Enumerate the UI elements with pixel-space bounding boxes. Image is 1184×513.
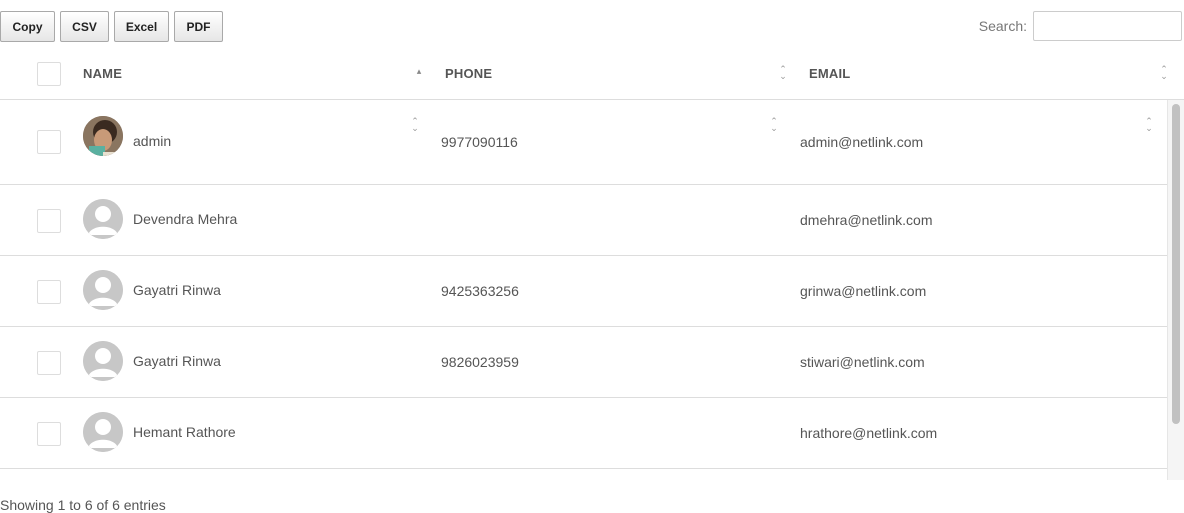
user-phone: 9826023959 [441, 354, 519, 370]
avatar [83, 341, 123, 381]
search-group: Search: [979, 11, 1182, 41]
user-email: dmehra@netlink.com [800, 212, 933, 228]
vertical-scrollbar[interactable] [1167, 100, 1184, 480]
pdf-button[interactable]: PDF [174, 11, 223, 42]
avatar [83, 412, 123, 452]
csv-button[interactable]: CSV [60, 11, 109, 42]
table-body: admin ⌃ ⌄ 9977090116 ⌃ ⌄ admin@netlink.com… [0, 100, 1167, 480]
copy-button[interactable]: Copy [0, 11, 55, 42]
user-email: grinwa@netlink.com [800, 283, 927, 299]
export-toolbar: Copy CSV Excel PDF [0, 11, 228, 42]
row-checkbox[interactable] [37, 351, 61, 375]
column-header-name[interactable]: NAME [83, 66, 122, 81]
user-photo-icon [83, 116, 123, 156]
excel-button[interactable]: Excel [114, 11, 169, 42]
table-row: admin ⌃ ⌄ 9977090116 ⌃ ⌄ admin@netlink.com… [0, 100, 1167, 185]
default-user-icon [83, 341, 123, 381]
avatar [83, 116, 123, 156]
sort-both-icon[interactable]: ⌃ ⌄ [1160, 65, 1168, 81]
sort-ascending-icon[interactable]: ▴ [415, 67, 423, 76]
row-checkbox[interactable] [37, 280, 61, 304]
scrollbar-thumb[interactable] [1172, 104, 1180, 424]
table-row: Gayatri Rinwa 9826023959 stiwari@netlink… [0, 327, 1167, 398]
table-row: Devendra Mehra dmehra@netlink.com [0, 185, 1167, 256]
search-label: Search: [978, 18, 1027, 34]
user-email: hrathore@netlink.com [800, 425, 938, 441]
user-phone: 9977090116 [441, 134, 518, 150]
user-phone: 9425363256 [441, 283, 519, 299]
user-name: Gayatri Rinwa [133, 353, 221, 369]
user-email: stiwari@netlink.com [800, 354, 925, 370]
default-user-icon [83, 412, 123, 452]
table-header: NAME ▴ PHONE ⌃ ⌄ EMAIL ⌃ ⌄ [0, 48, 1184, 100]
table-info: Showing 1 to 6 of 6 entries [0, 497, 166, 513]
sort-both-icon: ⌃ ⌄ [1145, 116, 1153, 133]
default-user-icon [83, 199, 123, 239]
column-header-email[interactable]: EMAIL [809, 66, 850, 81]
column-header-phone[interactable]: PHONE [445, 66, 492, 81]
sort-both-icon[interactable]: ⌃ ⌄ [779, 65, 787, 81]
row-checkbox[interactable] [37, 422, 61, 446]
table-row: Gayatri Rinwa 9425363256 grinwa@netlink.… [0, 256, 1167, 327]
row-checkbox[interactable] [37, 130, 61, 154]
select-all-checkbox[interactable] [37, 62, 61, 86]
avatar [83, 199, 123, 239]
default-user-icon [83, 270, 123, 310]
avatar [83, 270, 123, 310]
sort-both-icon: ⌃ ⌄ [411, 116, 419, 133]
user-email: admin@netlink.com [800, 134, 924, 150]
user-name: Hemant Rathore [133, 424, 236, 440]
table-row: Hemant Rathore hrathore@netlink.com [0, 398, 1167, 469]
sort-both-icon: ⌃ ⌄ [770, 116, 778, 133]
search-input[interactable] [1033, 11, 1182, 41]
user-name: Devendra Mehra [133, 211, 238, 227]
user-name: Gayatri Rinwa [133, 282, 221, 298]
user-name: admin [133, 133, 172, 149]
row-checkbox[interactable] [37, 209, 61, 233]
